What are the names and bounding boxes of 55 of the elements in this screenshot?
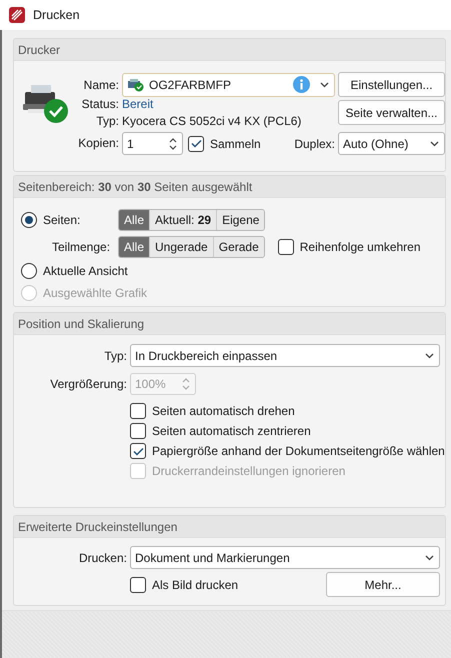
printer-ready-icon: [127, 78, 145, 92]
chevron-down-icon: [320, 82, 329, 88]
checkbox-label[interactable]: Seiten automatisch drehen: [152, 404, 295, 418]
copies-field[interactable]: 1: [122, 132, 183, 155]
checkbox-label[interactable]: Sammeln: [210, 136, 261, 150]
segment-tab[interactable]: Aktuell: 29: [149, 210, 216, 230]
segment-tab[interactable]: Eigene: [216, 210, 264, 230]
checkbox-label[interactable]: Seiten automatisch zentrieren: [152, 424, 311, 438]
radio-label[interactable]: Aktuelle Ansicht: [43, 264, 128, 278]
printer-dropdown[interactable]: OG2FARBMFP: [122, 72, 335, 96]
printer-type-value: Kyocera CS 5052ci v4 KX (PCL6): [122, 114, 302, 128]
field-label: Typ:: [103, 348, 127, 362]
section-title: Position und Skalierung: [18, 316, 144, 330]
checkbox-label[interactable]: Als Bild drucken: [152, 578, 238, 592]
segment-tab[interactable]: Alle: [119, 236, 150, 256]
checkmark-icon: [190, 139, 202, 148]
window-title: Drucken: [33, 8, 80, 22]
duplex-dropdown[interactable]: Auto (Ohne): [338, 132, 445, 155]
info-icon: [293, 76, 310, 93]
segment-tab[interactable]: Gerade: [212, 236, 264, 256]
chevron-down-icon: [425, 352, 434, 358]
checkbox[interactable]: [130, 576, 146, 592]
checkbox-label[interactable]: Reihenfolge umkehren: [300, 240, 421, 254]
more-button[interactable]: Mehr...: [326, 572, 440, 597]
radio-button[interactable]: [21, 263, 37, 279]
segment-tab[interactable]: Alle: [119, 210, 150, 230]
checkbox-label[interactable]: Papiergröße anhand der Dokumentseitengröße wählen: [152, 444, 445, 458]
radio-label[interactable]: Seiten:: [43, 213, 80, 227]
checkmark-icon: [132, 446, 144, 456]
field-label: Typ:: [95, 113, 119, 130]
checkbox[interactable]: [188, 136, 204, 152]
field-label: Kopien:: [77, 136, 119, 150]
segment-tab[interactable]: Ungerade: [149, 236, 213, 256]
status-value: Bereit: [122, 97, 154, 111]
checkbox[interactable]: [130, 403, 146, 419]
field-label: Name:: [82, 78, 119, 92]
field-label: Status:: [80, 97, 119, 111]
section-title: Seitenbereich: 30 von 30 Seiten ausgewählt: [18, 180, 252, 194]
print-content-dropdown[interactable]: Dokument und Markierungen: [130, 546, 440, 569]
section-title: Drucker: [18, 42, 60, 56]
field-label: Duplex:: [294, 136, 335, 150]
manage-pages-button[interactable]: Seite verwalten...: [338, 100, 445, 125]
chevron-down-icon: [430, 140, 439, 146]
checkbox[interactable]: [130, 443, 146, 459]
checkbox[interactable]: [278, 238, 294, 254]
field-label: Vergrößerung:: [49, 377, 127, 391]
checkbox[interactable]: [130, 423, 146, 439]
section-title: Erweiterte Druckeinstellungen: [18, 520, 178, 534]
scaling-type-dropdown[interactable]: In Druckbereich einpassen: [130, 344, 440, 367]
settings-button[interactable]: Einstellungen...: [338, 72, 445, 97]
field-label: Drucken:: [78, 550, 127, 564]
chevron-down-icon: [425, 554, 434, 560]
radio-button[interactable]: [21, 212, 37, 228]
field-label: Teilmenge:: [51, 240, 112, 254]
app-logo-icon: [8, 6, 26, 24]
